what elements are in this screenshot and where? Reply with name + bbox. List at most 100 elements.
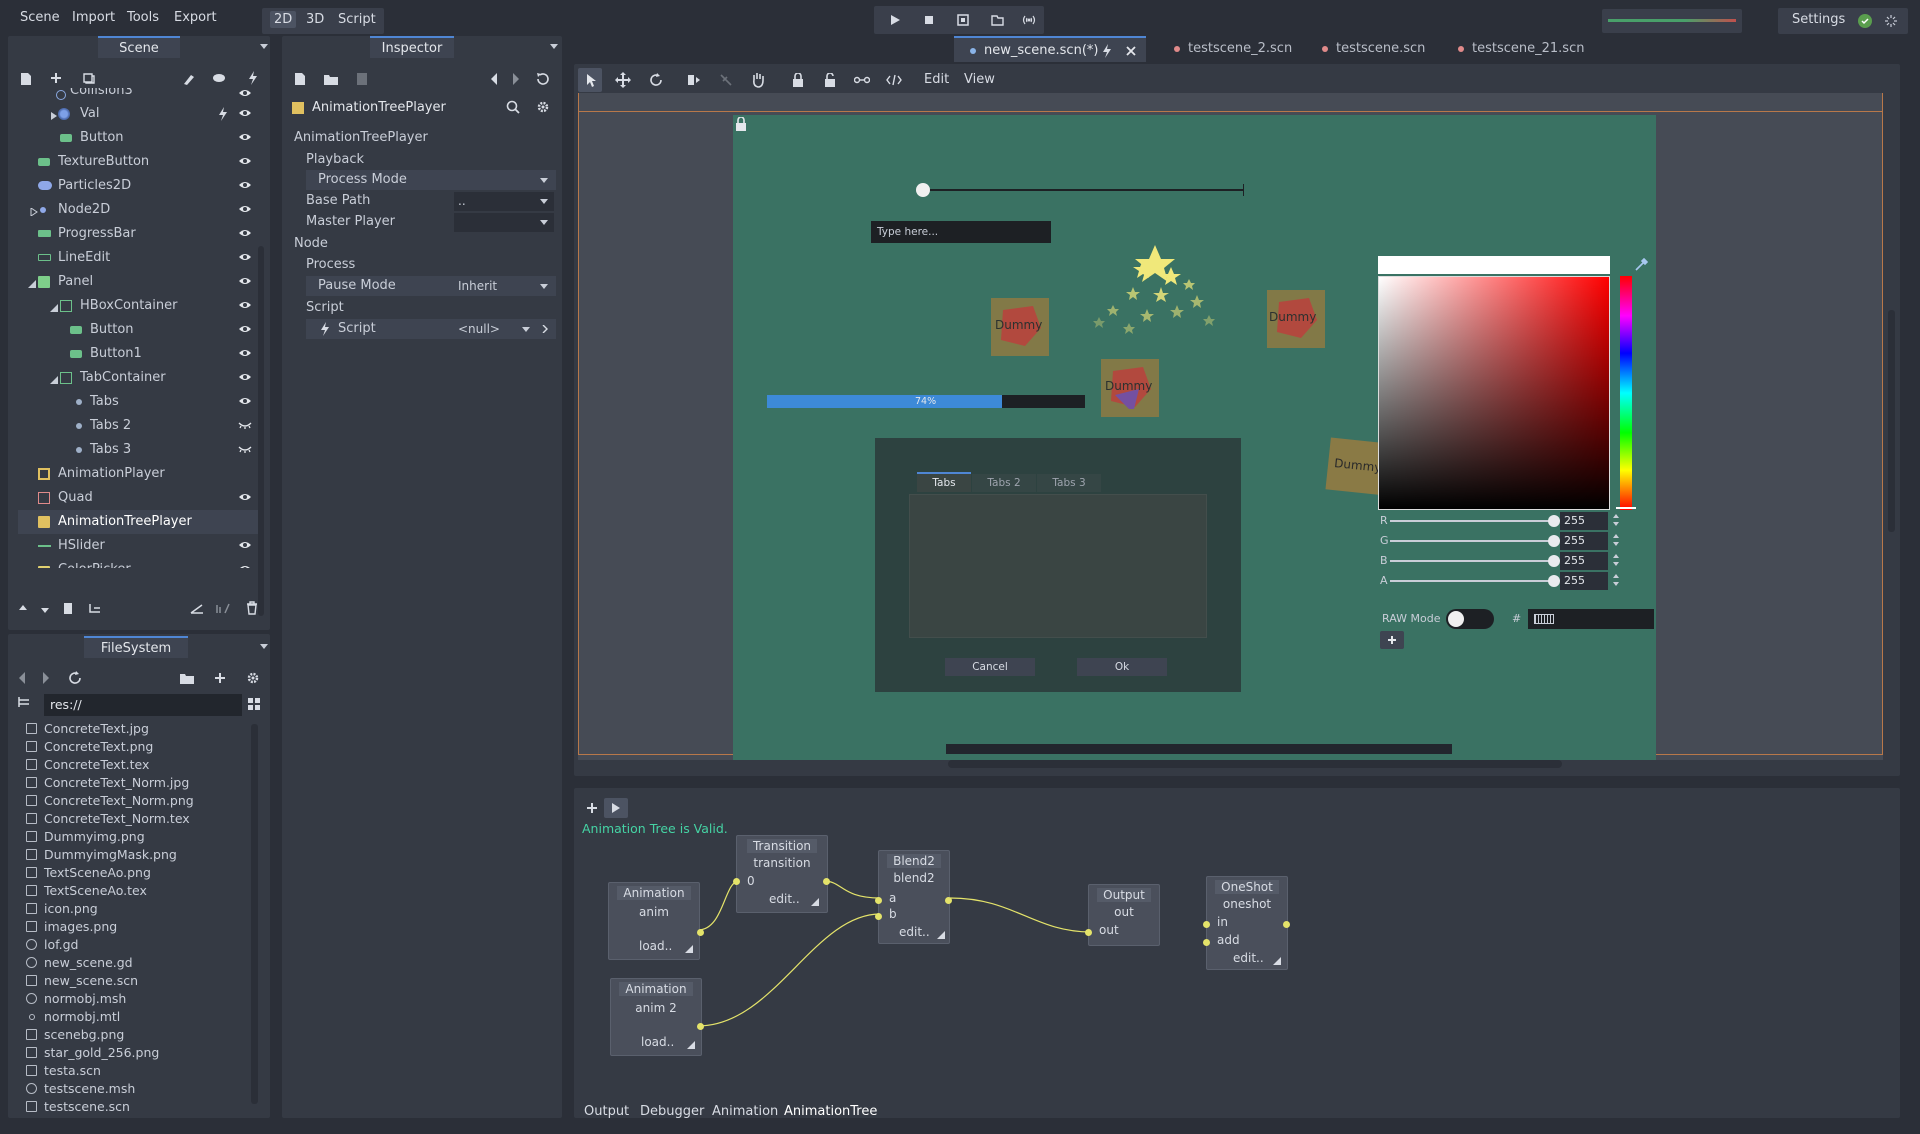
history-back-icon[interactable] <box>490 73 498 85</box>
edit-pivot-icon[interactable] <box>686 72 702 88</box>
tab-tabs-3[interactable]: Tabs 3 <box>1037 474 1101 492</box>
spin-arrows-icon[interactable] <box>1612 553 1620 567</box>
tree-row[interactable]: Button <box>18 126 264 150</box>
scrollbar[interactable] <box>251 724 258 1104</box>
cancel-button[interactable]: Cancel <box>945 658 1035 676</box>
section-process[interactable]: Process <box>306 255 355 275</box>
tree-row[interactable]: Button <box>18 318 264 342</box>
collapse-arrow-icon[interactable] <box>48 302 60 314</box>
eye-icon[interactable] <box>238 132 252 142</box>
input-slot[interactable] <box>733 878 740 885</box>
scene-tab[interactable]: testscene_2.scn <box>1174 36 1304 62</box>
open-resource-icon[interactable] <box>324 73 338 85</box>
scene-tab-active[interactable]: new_scene.scn(*) <box>954 36 1146 62</box>
forward-icon[interactable] <box>42 672 50 684</box>
eye-icon[interactable] <box>238 492 252 502</box>
channel-slider-grabber[interactable] <box>1548 575 1560 587</box>
input-slot-in[interactable] <box>1203 921 1210 928</box>
tab-tabs-2[interactable]: Tabs 2 <box>972 474 1036 492</box>
play-icon[interactable] <box>888 13 902 27</box>
merge-icon[interactable] <box>190 602 204 614</box>
channel-slider-grabber[interactable] <box>1548 555 1560 567</box>
script-icon[interactable] <box>248 71 258 85</box>
input-slot-add[interactable] <box>1203 939 1210 946</box>
line-edit[interactable]: Type here... <box>871 221 1051 243</box>
scrollbar[interactable] <box>258 246 264 616</box>
add-preset-button[interactable] <box>1380 631 1404 649</box>
h-scrollbar[interactable] <box>948 760 1562 768</box>
tab-animation[interactable]: Animation <box>712 1104 778 1119</box>
pause-icon[interactable] <box>956 13 970 27</box>
collapse-arrow-icon[interactable] <box>26 278 38 290</box>
graph-node-output[interactable]: Output out out <box>1085 884 1160 946</box>
output-slot[interactable] <box>697 929 704 936</box>
eye-icon[interactable] <box>238 276 252 286</box>
channel-spinbox[interactable]: 255 <box>1560 532 1608 550</box>
expand-arrow-icon[interactable] <box>28 206 40 218</box>
duplicate-icon[interactable] <box>62 602 74 616</box>
color-sv-area[interactable] <box>1378 276 1610 510</box>
tree-row[interactable]: Tabs <box>18 390 264 414</box>
edit-button[interactable]: edit.. <box>769 892 800 906</box>
menu-import[interactable]: Import <box>72 10 115 25</box>
output-slot[interactable] <box>1283 921 1290 928</box>
add-icon[interactable] <box>214 672 226 684</box>
tree-row[interactable]: AnimationPlayer <box>18 462 264 486</box>
reparent-icon[interactable] <box>88 602 102 614</box>
delete-icon[interactable] <box>246 601 258 615</box>
menu-tools[interactable]: Tools <box>127 10 159 25</box>
eyedropper-icon[interactable] <box>1634 258 1648 272</box>
stop-icon[interactable] <box>922 13 936 27</box>
gear-icon[interactable] <box>246 671 260 685</box>
folder-icon[interactable] <box>180 672 194 684</box>
tree-row[interactable]: Quad <box>18 486 264 510</box>
eye-icon[interactable] <box>238 228 252 238</box>
history-forward-icon[interactable] <box>512 73 520 85</box>
input-slot-b[interactable] <box>875 913 882 920</box>
channel-slider-grabber[interactable] <box>1548 535 1560 547</box>
load-button[interactable]: load.. <box>641 1035 674 1049</box>
eye-icon[interactable] <box>238 324 252 334</box>
channel-slider[interactable] <box>1390 580 1554 582</box>
input-slot[interactable] <box>1085 929 1092 936</box>
scene-tab[interactable]: testscene_21.scn <box>1458 36 1588 62</box>
eye-icon[interactable] <box>238 156 252 166</box>
chevron-down-icon[interactable] <box>260 644 268 650</box>
color-hue-bar[interactable] <box>1620 276 1632 510</box>
eye-icon[interactable] <box>238 88 252 98</box>
tab-inspector[interactable]: Inspector <box>370 36 454 58</box>
section-script[interactable]: Script <box>306 298 344 318</box>
process-mode-select[interactable] <box>454 171 554 190</box>
chevron-down-icon[interactable] <box>260 44 268 50</box>
tab-filesystem[interactable]: FileSystem <box>84 636 188 658</box>
unlock-icon[interactable] <box>822 72 838 88</box>
tree-view-icon[interactable] <box>18 696 30 708</box>
tree-row[interactable]: Button1 <box>18 342 264 366</box>
move-up-icon[interactable] <box>18 604 28 614</box>
eye-icon[interactable] <box>238 108 252 118</box>
tab-output[interactable]: Output <box>584 1104 629 1119</box>
eye-icon[interactable] <box>238 372 252 382</box>
mode-3d-button[interactable]: 3D <box>306 12 324 27</box>
menu-export[interactable]: Export <box>174 10 217 25</box>
tab-animationtree[interactable]: AnimationTree <box>784 1104 877 1119</box>
channel-spinbox[interactable]: 255 <box>1560 572 1608 590</box>
eye-icon[interactable] <box>238 396 252 406</box>
graph-node-transition[interactable]: Transition transition 0 edit.. <box>733 835 830 913</box>
eye-icon[interactable] <box>238 252 252 262</box>
tree-row[interactable]: Panel <box>18 270 264 294</box>
code-icon[interactable] <box>886 72 902 88</box>
script-attached-icon[interactable] <box>218 107 228 121</box>
tree-row[interactable]: Collision3 <box>18 88 264 102</box>
menu-scene[interactable]: Scene <box>20 10 60 25</box>
ok-button[interactable]: Ok <box>1077 658 1167 676</box>
move-tool-icon[interactable] <box>615 72 631 88</box>
raw-mode-toggle[interactable] <box>1446 609 1494 629</box>
tab-debugger[interactable]: Debugger <box>640 1104 704 1119</box>
tree-row[interactable]: TextureButton <box>18 150 264 174</box>
eye-icon[interactable] <box>238 564 252 568</box>
rotate-tool-icon[interactable] <box>648 72 664 88</box>
channel-spinbox[interactable]: 255 <box>1560 512 1608 530</box>
channel-spinbox[interactable]: 255 <box>1560 552 1608 570</box>
graph-node-oneshot[interactable]: OneShot oneshot in add edit.. <box>1203 876 1290 970</box>
